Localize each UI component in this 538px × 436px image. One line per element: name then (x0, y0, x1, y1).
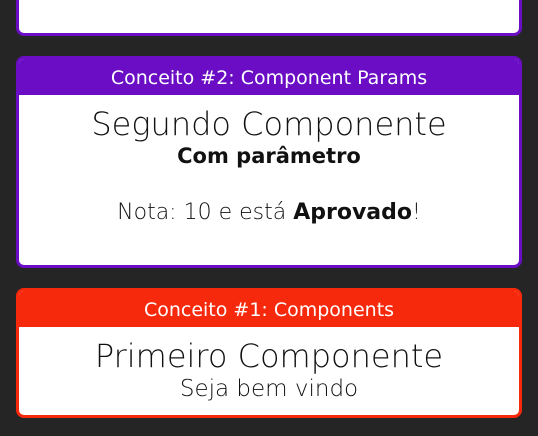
card-header: Conceito #1: Components (19, 291, 519, 327)
grade-status: Aprovado (293, 200, 412, 225)
card-title: Primeiro Componente (94, 337, 444, 375)
card-body: Segundo Componente Com parâmetro Nota: 1… (19, 105, 519, 227)
concept-2-card: Conceito #2: Component Params Segundo Co… (16, 56, 522, 268)
card-subtitle: Seja bem vindo (179, 376, 359, 402)
card-subtitle: Com parâmetro (177, 144, 361, 168)
card-title: Segundo Componente (91, 105, 447, 143)
grade-prefix: Nota: 10 e está (117, 200, 294, 225)
grade-suffix: ! (412, 200, 421, 225)
concept-1-card: Conceito #1: Components Primeiro Compone… (16, 288, 522, 418)
card-body: Primeiro Componente Seja bem vindo (19, 337, 519, 403)
card-header: Conceito #2: Component Params (19, 59, 519, 95)
grade-line: Nota: 10 e está Aprovado! (19, 199, 519, 227)
previous-card (16, 0, 522, 36)
